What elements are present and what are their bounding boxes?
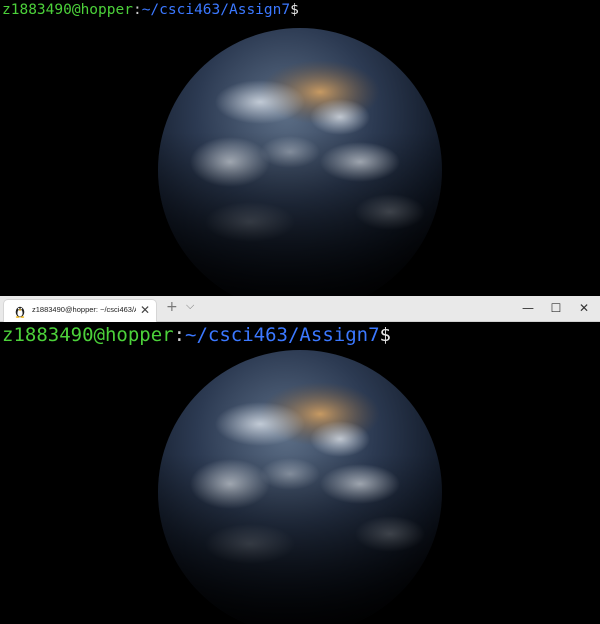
window-titlebar[interactable]: z1883490@hopper: ~/csci463/A ✕ + ⌵ — ☐ ✕ <box>0 296 600 322</box>
prompt-path: ~/csci463/Assign7 <box>141 2 291 18</box>
maximize-button[interactable]: ☐ <box>542 296 570 321</box>
linux-tux-icon <box>15 306 25 318</box>
minimize-button[interactable]: — <box>514 296 542 321</box>
prompt-user-host: z1883490@hopper <box>2 2 133 18</box>
shell-prompt: z1883490@hopper:~/csci463/Assign7$ <box>2 2 299 18</box>
terminal-pane-bottom[interactable]: z1883490@hopper:~/csci463/Assign7$ <box>0 322 600 624</box>
tab-close-button[interactable]: ✕ <box>140 303 150 317</box>
earth-background-image <box>158 28 442 296</box>
close-window-button[interactable]: ✕ <box>570 296 598 321</box>
prompt-user-host: z1883490@hopper <box>2 324 174 346</box>
prompt-colon: : <box>173 324 186 346</box>
prompt-symbol: $ <box>379 324 391 346</box>
tab-title: z1883490@hopper: ~/csci463/A <box>32 305 136 314</box>
earth-background-image <box>158 350 442 624</box>
tab-dropdown-button[interactable]: ⌵ <box>186 299 194 313</box>
terminal-tab[interactable]: z1883490@hopper: ~/csci463/A ✕ <box>4 300 156 322</box>
terminal-pane-top[interactable]: z1883490@hopper:~/csci463/Assign7$ <box>0 0 600 296</box>
shell-prompt: z1883490@hopper:~/csci463/Assign7$ <box>2 324 391 346</box>
prompt-colon: : <box>132 2 142 18</box>
new-tab-button[interactable]: + <box>166 299 178 315</box>
prompt-symbol: $ <box>290 2 299 18</box>
prompt-path: ~/csci463/Assign7 <box>185 324 380 346</box>
